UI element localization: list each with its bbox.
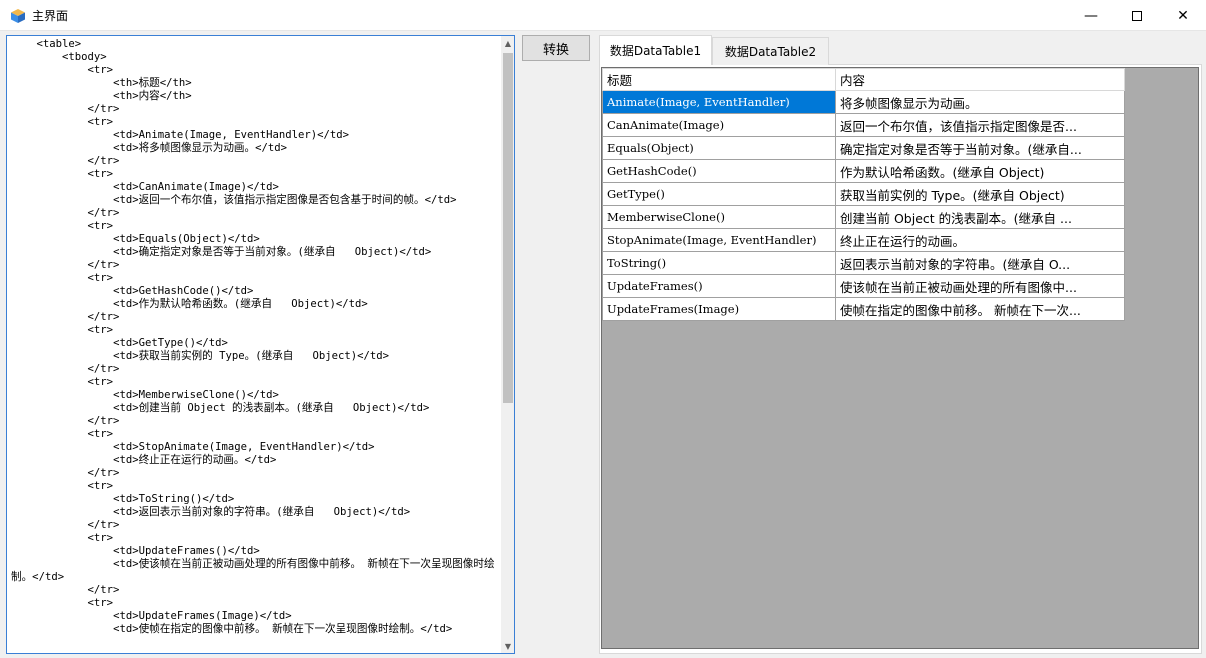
cell-title[interactable]: Equals(Object): [602, 136, 836, 160]
html-source-text[interactable]: <table> <tbody> <tr> <th>标题</th> <th>内容<…: [11, 38, 496, 651]
cell-content[interactable]: 获取当前实例的 Type。(继承自 Object): [835, 182, 1125, 206]
cell-content[interactable]: 作为默认哈希函数。(继承自 Object): [835, 159, 1125, 183]
table-row[interactable]: CanAnimate(Image) 返回一个布尔值，该值指示指定图像是否...: [602, 113, 1125, 137]
cell-title[interactable]: GetType(): [602, 182, 836, 206]
maximize-button[interactable]: [1114, 0, 1160, 31]
cell-content[interactable]: 确定指定对象是否等于当前对象。(继承自...: [835, 136, 1125, 160]
grid-header-row: 标题 内容: [602, 68, 1125, 91]
table-row[interactable]: Equals(Object) 确定指定对象是否等于当前对象。(继承自...: [602, 136, 1125, 160]
cell-content[interactable]: 返回表示当前对象的字符串。(继承自 O...: [835, 251, 1125, 275]
cell-title[interactable]: GetHashCode(): [602, 159, 836, 183]
minimize-button[interactable]: —: [1068, 0, 1114, 31]
window-title: 主界面: [32, 9, 69, 23]
cell-content[interactable]: 使帧在指定的图像中前移。 新帧在下一次...: [835, 297, 1125, 321]
cell-title[interactable]: UpdateFrames(Image): [602, 297, 836, 321]
scrollbar-thumb[interactable]: [503, 53, 513, 403]
table-row[interactable]: UpdateFrames(Image) 使帧在指定的图像中前移。 新帧在下一次.…: [602, 297, 1125, 321]
column-header-content[interactable]: 内容: [835, 68, 1125, 91]
cell-title[interactable]: Animate(Image, EventHandler): [602, 90, 836, 114]
chevron-down-icon[interactable]: ▼: [501, 639, 514, 653]
cell-title[interactable]: UpdateFrames(): [602, 274, 836, 298]
cell-content[interactable]: 返回一个布尔值，该值指示指定图像是否...: [835, 113, 1125, 137]
table-row[interactable]: UpdateFrames() 使该帧在当前正被动画处理的所有图像中...: [602, 274, 1125, 298]
cell-content[interactable]: 创建当前 Object 的浅表副本。(继承自 ...: [835, 205, 1125, 229]
cell-title[interactable]: MemberwiseClone(): [602, 205, 836, 229]
close-icon: ✕: [1177, 7, 1189, 24]
table-row[interactable]: Animate(Image, EventHandler) 将多帧图像显示为动画。: [602, 90, 1125, 114]
cell-content[interactable]: 将多帧图像显示为动画。: [835, 90, 1125, 114]
table-row[interactable]: ToString() 返回表示当前对象的字符串。(继承自 O...: [602, 251, 1125, 275]
cell-title[interactable]: CanAnimate(Image): [602, 113, 836, 137]
data-grid[interactable]: 标题 内容 Animate(Image, EventHandler) 将多帧图像…: [601, 67, 1199, 649]
convert-button[interactable]: 转换: [522, 35, 590, 61]
html-source-textbox[interactable]: <table> <tbody> <tr> <th>标题</th> <th>内容<…: [6, 35, 515, 654]
chevron-up-icon[interactable]: ▲: [501, 36, 514, 50]
cell-title[interactable]: StopAnimate(Image, EventHandler): [602, 228, 836, 252]
maximize-icon: [1132, 10, 1142, 21]
vertical-scrollbar[interactable]: ▲ ▼: [501, 36, 514, 653]
table-row[interactable]: StopAnimate(Image, EventHandler) 终止正在运行的…: [602, 228, 1125, 252]
column-header-title[interactable]: 标题: [602, 68, 836, 91]
title-bar: 主界面 — ✕: [0, 0, 1206, 31]
table-row[interactable]: GetType() 获取当前实例的 Type。(继承自 Object): [602, 182, 1125, 206]
table-row[interactable]: GetHashCode() 作为默认哈希函数。(继承自 Object): [602, 159, 1125, 183]
table-row[interactable]: MemberwiseClone() 创建当前 Object 的浅表副本。(继承自…: [602, 205, 1125, 229]
minimize-icon: —: [1084, 7, 1098, 24]
close-button[interactable]: ✕: [1160, 0, 1206, 31]
app-icon: [11, 9, 25, 23]
tab-datatable1[interactable]: 数据DataTable1: [599, 35, 712, 65]
cell-title[interactable]: ToString(): [602, 251, 836, 275]
cell-content[interactable]: 终止正在运行的动画。: [835, 228, 1125, 252]
cell-content[interactable]: 使该帧在当前正被动画处理的所有图像中...: [835, 274, 1125, 298]
tab-datatable2[interactable]: 数据DataTable2: [712, 37, 829, 65]
